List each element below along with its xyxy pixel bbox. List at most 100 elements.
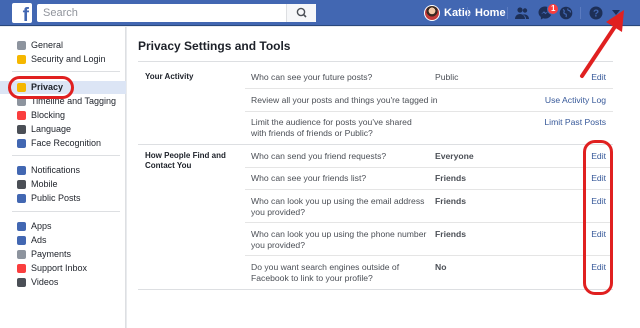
search-button[interactable] xyxy=(286,4,316,22)
divider xyxy=(245,189,613,190)
facebook-logo[interactable]: f xyxy=(12,3,32,26)
sidebar-item-label: Payments xyxy=(31,249,72,259)
support-icon xyxy=(17,264,26,273)
sidebar-item-payments[interactable]: Payments xyxy=(0,248,126,261)
search-icon xyxy=(296,7,307,18)
sidebar-item-label: Timeline and Tagging xyxy=(31,96,117,106)
sidebar-item-face-recognition[interactable]: Face Recognition xyxy=(0,137,126,150)
setting-question: Who can send you friend requests? xyxy=(251,151,387,161)
sidebar-item-label: Face Recognition xyxy=(31,138,102,148)
sidebar-item-support-inbox[interactable]: Support Inbox xyxy=(0,262,126,275)
divider xyxy=(245,222,613,223)
sidebar-item-general[interactable]: General xyxy=(0,39,126,52)
sidebar-item-label: Mobile xyxy=(31,179,58,189)
sidebar-item-public-posts[interactable]: Public Posts xyxy=(0,192,126,205)
divider xyxy=(138,61,613,62)
shield-icon xyxy=(17,55,26,64)
sidebar-item-label: Blocking xyxy=(31,110,66,120)
edit-future-posts-link[interactable]: Edit xyxy=(591,72,606,83)
divider xyxy=(245,111,613,112)
sidebar-item-label: Apps xyxy=(31,221,52,231)
sidebar-item-videos[interactable]: Videos xyxy=(0,276,126,289)
setting-value: No xyxy=(435,262,447,272)
sidebar-item-blocking[interactable]: Blocking xyxy=(0,109,126,122)
edit-phone-lookup-link[interactable]: Edit xyxy=(591,229,606,240)
edit-friends-list-link[interactable]: Edit xyxy=(591,173,606,184)
nav-divider xyxy=(580,7,581,19)
sidebar-item-apps[interactable]: Apps xyxy=(0,220,126,233)
search-input[interactable] xyxy=(37,4,316,22)
sidebar-item-label: Notifications xyxy=(31,165,81,175)
sidebar-item-notifications[interactable]: Notifications xyxy=(0,164,126,177)
videos-icon xyxy=(17,278,26,287)
section-label-find-and-contact: How People Find and Contact You xyxy=(145,151,226,170)
sidebar-item-label: Videos xyxy=(31,277,59,287)
privacy-settings-panel: Privacy Settings and Tools Your Activity… xyxy=(127,27,640,328)
divider xyxy=(245,88,613,89)
sidebar-item-label: General xyxy=(31,40,64,50)
rss-icon xyxy=(17,194,26,203)
activity-log-link[interactable]: Use Activity Log xyxy=(545,95,606,106)
nav-divider xyxy=(467,7,468,19)
help-icon[interactable]: ? xyxy=(588,5,604,21)
sidebar-item-timeline-and-tagging[interactable]: Timeline and Tagging xyxy=(0,95,126,108)
mobile-icon xyxy=(17,180,26,189)
setting-question: Who can look you up using the email addr… xyxy=(251,196,425,217)
globe-icon xyxy=(17,166,26,175)
limit-past-posts-link[interactable]: Limit Past Posts xyxy=(544,117,606,128)
setting-question: Review all your posts and things you're … xyxy=(251,95,438,105)
setting-value: Public xyxy=(435,72,459,82)
edit-email-lookup-link[interactable]: Edit xyxy=(591,196,606,207)
setting-question: Who can look you up using the phone numb… xyxy=(251,229,427,250)
payments-icon xyxy=(17,250,26,259)
logo-letter: f xyxy=(22,5,29,26)
sidebar-item-label: Language xyxy=(31,124,72,134)
setting-question: Who can see your future posts? xyxy=(251,72,373,82)
caret-down-icon[interactable] xyxy=(611,9,621,17)
settings-sidebar: General Security and Login Privacy Timeline… xyxy=(0,27,126,328)
section-divider xyxy=(138,289,613,290)
sidebar-item-ads[interactable]: Ads xyxy=(0,234,126,247)
sidebar-item-label: Security and Login xyxy=(31,54,106,64)
nav-divider xyxy=(507,7,508,19)
setting-question: Do you want search engines outside of Fa… xyxy=(251,262,400,283)
sidebar-item-language[interactable]: Language xyxy=(0,123,126,136)
section-label-your-activity: Your Activity xyxy=(145,72,194,81)
sidebar-item-security-and-login[interactable]: Security and Login xyxy=(0,53,126,66)
sidebar-item-label: Ads xyxy=(31,235,47,245)
sidebar-item-label: Support Inbox xyxy=(31,263,88,273)
apps-icon xyxy=(17,222,26,231)
sidebar-item-privacy[interactable]: Privacy xyxy=(0,81,126,94)
edit-search-engines-link[interactable]: Edit xyxy=(591,262,606,273)
setting-value: Friends xyxy=(435,173,467,183)
page-title: Privacy Settings and Tools xyxy=(138,39,291,53)
globe-icon[interactable] xyxy=(558,5,574,21)
gear-icon xyxy=(17,41,26,50)
top-navigation-bar: f Katie Home 1 ? xyxy=(0,0,640,26)
setting-question: Limit the audience for posts you've shar… xyxy=(251,117,412,138)
setting-value: Everyone xyxy=(435,151,474,161)
avatar[interactable] xyxy=(424,5,440,21)
home-link[interactable]: Home xyxy=(475,7,506,19)
timeline-icon xyxy=(17,97,26,106)
divider xyxy=(245,255,613,256)
setting-question: Who can see your friends list? xyxy=(251,173,367,183)
svg-text:?: ? xyxy=(593,9,599,20)
sidebar-item-label: Privacy xyxy=(31,82,64,92)
lock-icon xyxy=(17,83,26,92)
edit-friend-requests-link[interactable]: Edit xyxy=(591,151,606,162)
sidebar-divider xyxy=(12,71,120,72)
divider xyxy=(245,167,613,168)
ads-icon xyxy=(17,236,26,245)
sidebar-divider xyxy=(12,155,120,156)
language-icon xyxy=(17,125,26,134)
setting-value: Friends xyxy=(435,229,467,239)
setting-value: Friends xyxy=(435,196,467,206)
sidebar-divider xyxy=(12,211,120,212)
section-divider xyxy=(138,144,613,145)
sidebar-item-mobile[interactable]: Mobile xyxy=(0,178,126,191)
face-icon xyxy=(17,139,26,148)
sidebar-item-label: Public Posts xyxy=(31,193,81,203)
block-icon xyxy=(17,111,26,120)
friends-icon[interactable] xyxy=(514,5,530,21)
